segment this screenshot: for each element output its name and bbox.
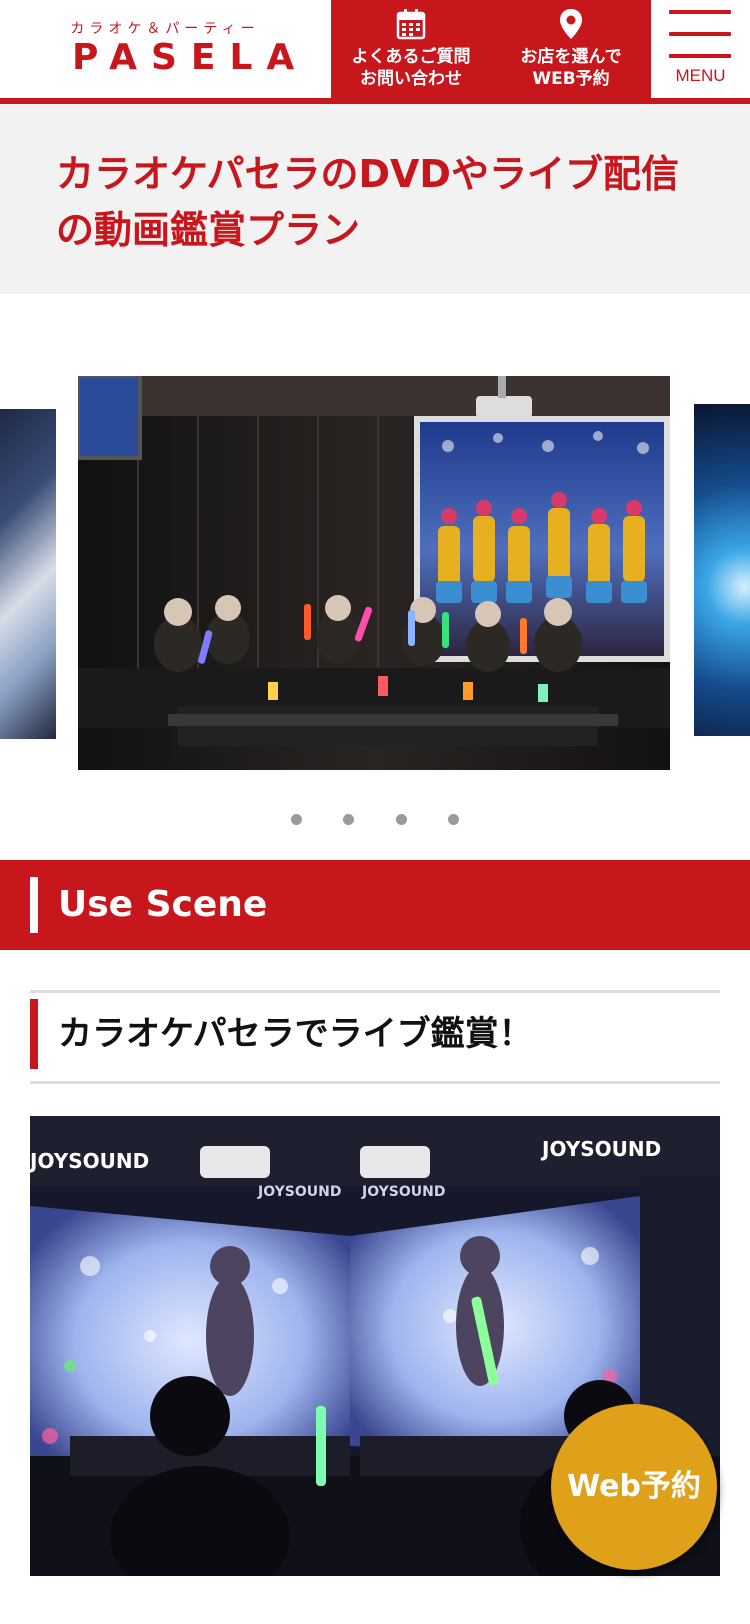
scene-subheading: カラオケパセラでライブ鑑賞！ — [30, 990, 720, 1084]
joysound-logo: JOYSOUND — [30, 1149, 149, 1173]
calendar-icon — [396, 9, 426, 40]
carousel-slide-current[interactable] — [78, 376, 670, 770]
scene-subtitle: カラオケパセラでライブ鑑賞！ — [58, 1014, 533, 1054]
web-reservation-label: お店を選んで WEB予約 — [520, 47, 622, 89]
web-reservation-button[interactable]: お店を選んで WEB予約 — [491, 0, 651, 98]
carousel-dot-2[interactable] — [343, 814, 355, 825]
carousel-slide-next[interactable] — [694, 404, 750, 736]
image-carousel[interactable] — [0, 294, 750, 854]
logo-tagline: カラオケ＆パーティー — [70, 21, 260, 37]
menu-button[interactable]: MENU — [651, 0, 750, 98]
carousel-pagination — [0, 810, 750, 829]
joysound-logo: JOYSOUND — [257, 1184, 341, 1200]
pasela-logo[interactable]: カラオケ＆パーティー PASELA — [60, 12, 309, 84]
use-scene-header: Use Scene — [0, 860, 750, 950]
site-header: カラオケ＆パーティー PASELA よくあるご質問 お問い合わせ お店を選んで … — [0, 0, 750, 98]
web-reserve-floating-button[interactable]: Web予約 — [551, 1404, 717, 1570]
carousel-dot-3[interactable] — [395, 814, 407, 825]
carousel-dot-1[interactable] — [291, 814, 303, 825]
page-title-band: カラオケパセラのDVDやライブ配信の動画鑑賞プラン — [0, 104, 750, 294]
logo-wordmark: PASELA — [72, 37, 309, 78]
faq-contact-button[interactable]: よくあるご質問 お問い合わせ — [331, 0, 491, 98]
carousel-dot-4[interactable] — [447, 814, 459, 825]
joysound-logo: JOYSOUND — [361, 1184, 445, 1200]
carousel-slide-previous[interactable] — [0, 409, 56, 739]
joysound-logo: JOYSOUND — [540, 1137, 661, 1161]
subheading-accent-bar — [30, 999, 38, 1069]
menu-label: MENU — [675, 66, 726, 85]
map-pin-icon — [560, 9, 582, 39]
faq-contact-label: よくあるご質問 お問い合わせ — [351, 47, 471, 89]
section-accent-bar — [30, 877, 38, 933]
page-title: カラオケパセラのDVDやライブ配信の動画鑑賞プラン — [56, 152, 679, 252]
section-title: Use Scene — [58, 884, 268, 925]
karaoke-room-photo — [78, 376, 670, 770]
